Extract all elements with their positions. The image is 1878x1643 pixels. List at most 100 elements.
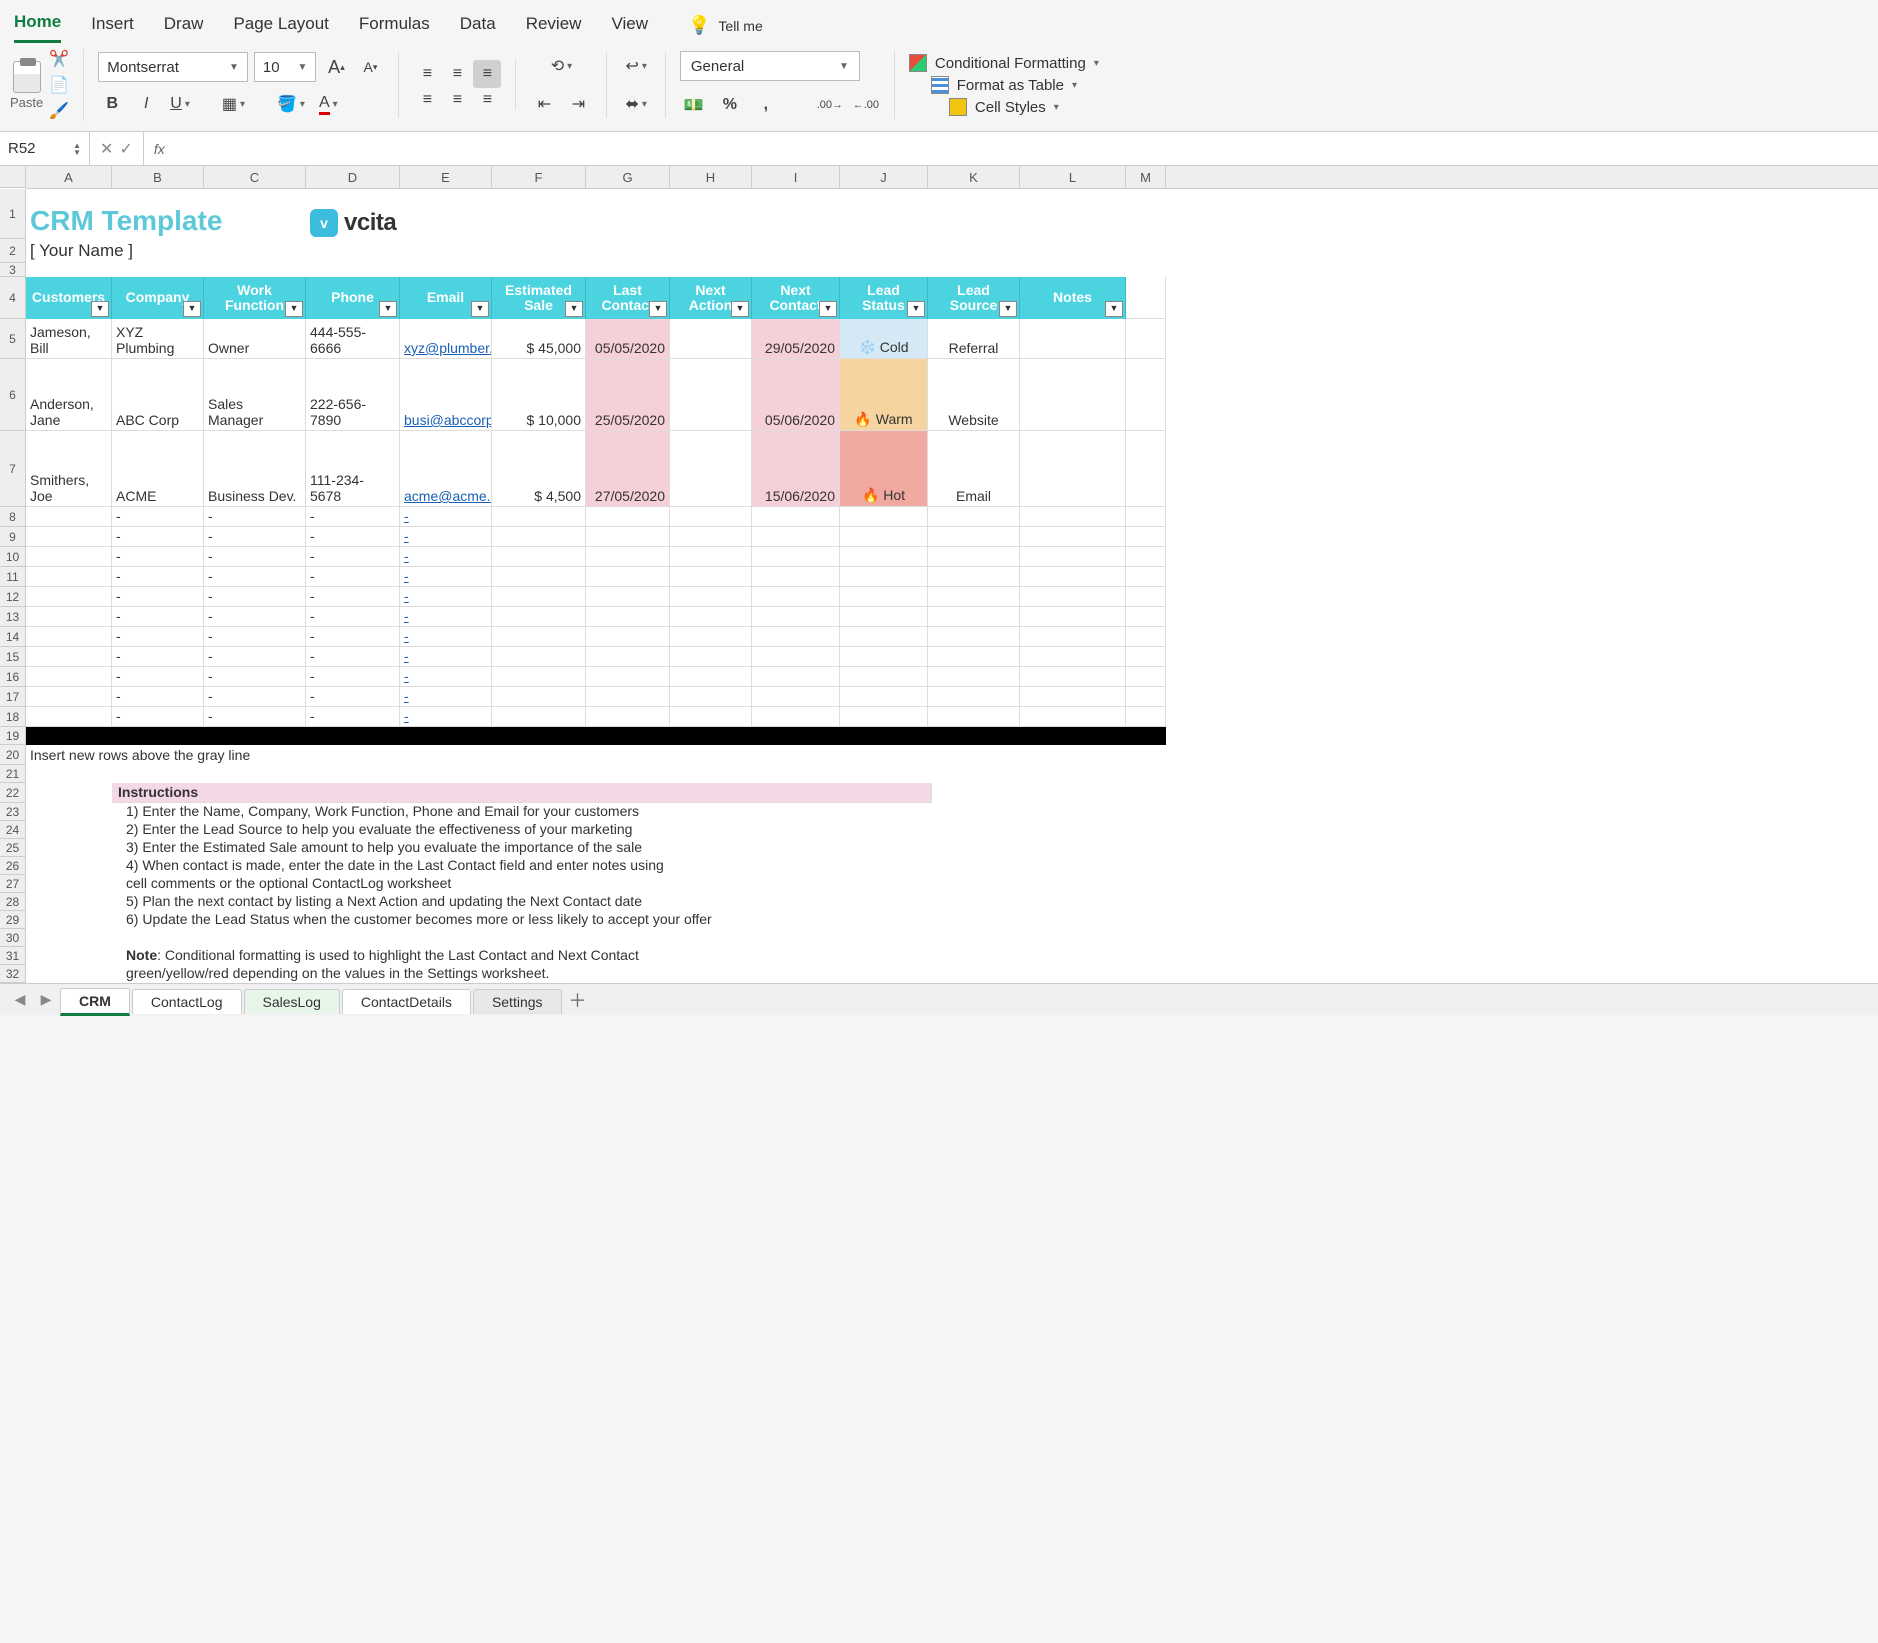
cell[interactable] [1126,359,1166,431]
cell[interactable] [26,507,112,527]
cell[interactable]: - [400,627,492,647]
cell[interactable] [26,707,112,727]
cell-next-action[interactable] [670,431,752,507]
cell[interactable] [1126,667,1166,687]
col-header[interactable]: D [306,166,400,188]
cell[interactable] [586,567,670,587]
cell[interactable] [928,647,1020,667]
filter-icon[interactable]: ▼ [183,301,201,317]
cell-phone[interactable]: 222-656-7890 [306,359,400,431]
cell[interactable]: - [204,507,306,527]
row-header[interactable]: 19 [0,727,26,745]
cell-sale[interactable]: $ 10,000 [492,359,586,431]
cell-lead-source[interactable]: Website [928,359,1020,431]
cell[interactable]: - [204,707,306,727]
cell[interactable] [204,727,306,745]
align-middle-icon[interactable]: ≡ [443,60,471,88]
cell[interactable]: - [306,587,400,607]
filter-icon[interactable]: ▼ [819,301,837,317]
col-header[interactable]: C [204,166,306,188]
cell[interactable] [1020,647,1126,667]
cell[interactable]: - [400,667,492,687]
cell[interactable] [26,547,112,567]
cell[interactable] [492,607,586,627]
cell[interactable] [928,687,1020,707]
sheet-tab-saleslog[interactable]: SalesLog [244,989,340,1014]
cell[interactable] [492,587,586,607]
cell-notes[interactable] [1020,359,1126,431]
align-right-icon[interactable]: ≡ [473,86,501,114]
cell-sale[interactable]: $ 45,000 [492,319,586,359]
row-header[interactable]: 11 [0,567,26,587]
cell-last-contact[interactable]: 27/05/2020 [586,431,670,507]
increase-indent-icon[interactable]: ⇥ [564,90,592,118]
cell[interactable]: - [112,667,204,687]
cell[interactable]: - [400,707,492,727]
cell[interactable] [26,587,112,607]
row-header[interactable]: 24 [0,821,26,839]
row-header[interactable]: 23 [0,803,26,821]
cell[interactable] [1126,727,1166,745]
cell[interactable]: - [204,587,306,607]
format-painter-icon[interactable]: 🖌️ [49,101,69,121]
conditional-formatting-button[interactable]: Conditional Formatting▾ [909,54,1099,72]
cell[interactable] [1126,527,1166,547]
table-header[interactable]: Last Contact▼ [586,277,670,319]
cell[interactable] [26,803,112,821]
row-header[interactable]: 10 [0,547,26,567]
cell-next-contact[interactable]: 15/06/2020 [752,431,840,507]
col-header[interactable]: H [670,166,752,188]
cell-last-contact[interactable]: 25/05/2020 [586,359,670,431]
row-header[interactable]: 26 [0,857,26,875]
sheet-tab-contactdetails[interactable]: ContactDetails [342,989,471,1014]
borders-button[interactable]: ▦▾ [218,90,249,118]
cell-function[interactable]: Owner [204,319,306,359]
cell[interactable]: - [204,627,306,647]
cell[interactable]: - [112,527,204,547]
cell-phone[interactable]: 444-555-6666 [306,319,400,359]
row-header[interactable]: 28 [0,893,26,911]
cell[interactable]: - [112,687,204,707]
cell[interactable] [492,647,586,667]
row-header[interactable]: 4 [0,277,26,319]
col-header[interactable]: G [586,166,670,188]
cell[interactable] [26,947,112,965]
cell[interactable]: - [306,607,400,627]
cell-company[interactable]: ABC Corp [112,359,204,431]
row-header[interactable]: 3 [0,263,26,277]
underline-button[interactable]: U▾ [166,90,194,118]
table-header[interactable]: Lead Source▼ [928,277,1020,319]
cell[interactable] [26,687,112,707]
filter-icon[interactable]: ▼ [649,301,667,317]
cell[interactable] [26,929,1126,947]
row-header[interactable]: 2 [0,239,26,263]
cell[interactable] [1126,607,1166,627]
cell[interactable] [1126,319,1166,359]
decrease-indent-icon[interactable]: ⇤ [530,90,558,118]
cell[interactable] [752,587,840,607]
table-header[interactable]: Email▼ [400,277,492,319]
table-header[interactable]: Customers▼ [26,277,112,319]
increase-decimal-icon[interactable]: .00→ [816,91,844,119]
cell[interactable] [586,687,670,707]
format-as-table-button[interactable]: Format as Table▾ [931,76,1077,94]
cell[interactable] [840,667,928,687]
cell[interactable] [26,911,112,929]
cell[interactable] [670,647,752,667]
cell[interactable] [586,707,670,727]
cell[interactable]: - [204,667,306,687]
cell[interactable] [1020,687,1126,707]
cell[interactable] [840,727,928,745]
col-header[interactable]: F [492,166,586,188]
cell[interactable] [1126,627,1166,647]
row-header[interactable]: 5 [0,319,26,359]
cell[interactable]: - [306,667,400,687]
cell-company[interactable]: ACME [112,431,204,507]
col-header[interactable]: E [400,166,492,188]
cell[interactable] [670,507,752,527]
cell[interactable] [1020,547,1126,567]
align-center-icon[interactable]: ≡ [443,86,471,114]
cell[interactable] [1020,667,1126,687]
cell[interactable] [1020,707,1126,727]
row-header[interactable]: 9 [0,527,26,547]
